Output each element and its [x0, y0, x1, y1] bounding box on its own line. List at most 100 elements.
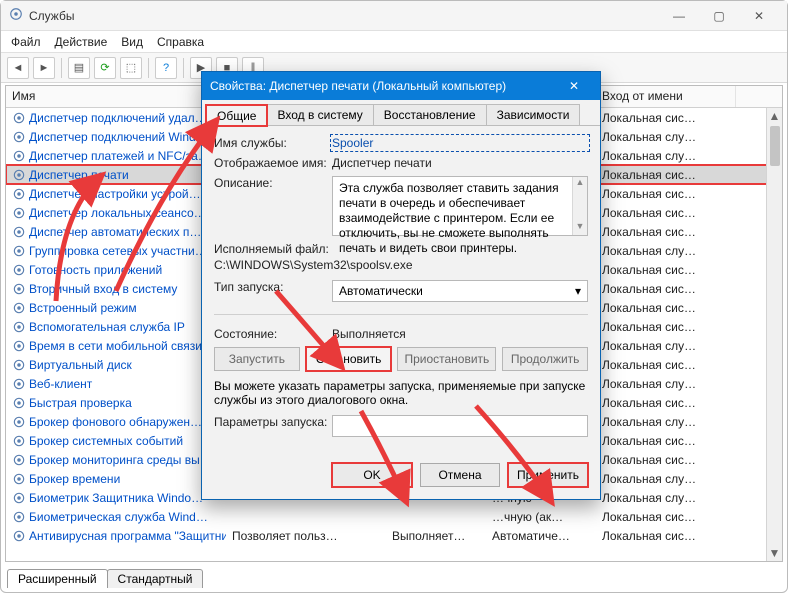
menu-help[interactable]: Справка — [157, 35, 204, 49]
pause-service-button: Приостановить — [397, 347, 496, 371]
table-row[interactable]: Антивирусная программа "Защитника Window… — [6, 526, 782, 545]
gear-icon — [12, 263, 26, 277]
tab-standard[interactable]: Стандартный — [107, 569, 204, 588]
cell-logon: Локальная слу… — [596, 244, 736, 258]
service-name-link[interactable]: Группировка сетевых участни… — [29, 244, 207, 258]
col-logon[interactable]: Вход от имени — [596, 86, 736, 107]
menu-view[interactable]: Вид — [121, 35, 143, 49]
toolbar-back-icon[interactable]: ◄ — [7, 57, 29, 79]
value-exe-path: C:\WINDOWS\System32\spoolsv.exe — [214, 258, 413, 272]
table-row[interactable]: Биометрическая служба Wind……чную (ак…Лок… — [6, 507, 782, 526]
start-params-input[interactable] — [332, 415, 588, 437]
service-name-link[interactable]: Антивирусная программа "Защитника Window… — [29, 529, 226, 543]
service-name-link[interactable]: Время в сети мобильной связи — [29, 339, 202, 353]
service-name-link[interactable]: Биометрическая служба Wind… — [29, 510, 208, 524]
gear-icon — [12, 472, 26, 486]
cell-logon: Локальная слу… — [596, 130, 736, 144]
service-name-link[interactable]: Биометрик Защитника Windo… — [29, 491, 203, 505]
value-display-name: Диспетчер печати — [332, 156, 588, 170]
cell-start: Автоматиче… — [486, 529, 596, 543]
minimize-button[interactable]: — — [659, 2, 699, 30]
col-name[interactable]: Имя — [6, 86, 226, 107]
service-name-link[interactable]: Диспетчер локальных сеансо… — [29, 206, 206, 220]
scroll-down-icon[interactable]: ▼ — [767, 545, 782, 561]
cell-logon: Локальная сис… — [596, 282, 736, 296]
gear-icon — [12, 111, 26, 125]
gear-icon — [12, 187, 26, 201]
gear-icon — [12, 415, 26, 429]
toolbar-properties-icon[interactable]: ▤ — [68, 57, 90, 79]
start-params-hint: Вы можете указать параметры запуска, при… — [214, 379, 588, 407]
cell-desc: Позволяет польз… — [226, 529, 386, 543]
dialog-titlebar[interactable]: Свойства: Диспетчер печати (Локальный ко… — [202, 72, 600, 100]
service-name-link[interactable]: Готовность приложений — [29, 263, 162, 277]
scroll-up-icon[interactable]: ▲ — [767, 108, 782, 124]
toolbar-export-icon[interactable]: ⬚ — [120, 57, 142, 79]
menubar: Файл Действие Вид Справка — [1, 31, 787, 53]
service-name-link[interactable]: Быстрая проверка — [29, 396, 132, 410]
desc-scrollbar[interactable]: ▲ ▼ — [572, 177, 587, 235]
service-name-link[interactable]: Диспетчер подключений удал… — [29, 111, 207, 125]
properties-dialog: Свойства: Диспетчер печати (Локальный ко… — [201, 71, 601, 500]
gear-icon — [12, 434, 26, 448]
tab-extended[interactable]: Расширенный — [7, 569, 108, 588]
service-name-link[interactable]: Диспетчер платежей и NFC/за… — [29, 149, 210, 163]
tab-general[interactable]: Общие — [206, 105, 267, 126]
scroll-thumb[interactable] — [770, 126, 780, 166]
gear-icon — [12, 377, 26, 391]
desc-scroll-down-icon[interactable]: ▼ — [576, 221, 585, 235]
service-name-link[interactable]: Брокер фонового обнаружен… — [29, 415, 202, 429]
tab-deps[interactable]: Зависимости — [486, 104, 581, 125]
gear-icon — [12, 206, 26, 220]
service-name-link[interactable]: Диспетчер печати — [29, 168, 129, 182]
menu-file[interactable]: Файл — [11, 35, 41, 49]
service-name-link[interactable]: Встроенный режим — [29, 301, 137, 315]
cell-logon: Локальная сис… — [596, 453, 736, 467]
cell-logon: Локальная сис… — [596, 263, 736, 277]
service-name-link[interactable]: Брокер системных событий — [29, 434, 183, 448]
service-name-link[interactable]: Диспетчер настройки устрой… — [29, 187, 201, 201]
list-scrollbar[interactable]: ▲ ▼ — [766, 108, 782, 561]
desc-scroll-up-icon[interactable]: ▲ — [576, 177, 585, 191]
maximize-button[interactable]: ▢ — [699, 2, 739, 30]
service-name-link[interactable]: Веб-клиент — [29, 377, 92, 391]
service-name-link[interactable]: Вспомогательная служба IP — [29, 320, 185, 334]
service-name-link[interactable]: Брокер мониторинга среды вы… — [29, 453, 212, 467]
service-name-link[interactable]: Брокер времени — [29, 472, 120, 486]
toolbar-forward-icon[interactable]: ► — [33, 57, 55, 79]
dialog-close-button[interactable]: ✕ — [556, 73, 592, 99]
view-tabs: Расширенный Стандартный — [7, 569, 202, 588]
gear-icon — [12, 510, 26, 524]
toolbar-help-icon[interactable]: ? — [155, 57, 177, 79]
gear-icon — [12, 529, 26, 543]
service-name-link[interactable]: Диспетчер автоматических п… — [29, 225, 201, 239]
tab-recovery[interactable]: Восстановление — [373, 104, 487, 125]
cancel-button[interactable]: Отмена — [420, 463, 500, 487]
service-name-link[interactable]: Вторичный вход в систему — [29, 282, 177, 296]
cell-logon: Локальная слу… — [596, 339, 736, 353]
dialog-title: Свойства: Диспетчер печати (Локальный ко… — [210, 79, 506, 93]
stop-service-button[interactable]: Остановить — [306, 347, 392, 371]
dialog-tabs: Общие Вход в систему Восстановление Зави… — [202, 100, 600, 126]
toolbar-refresh-icon[interactable]: ⟳ — [94, 57, 116, 79]
close-button[interactable]: ✕ — [739, 2, 779, 30]
apply-button[interactable]: Применить — [508, 463, 588, 487]
startup-type-select[interactable]: Автоматически ▾ — [332, 280, 588, 302]
start-service-button: Запустить — [214, 347, 300, 371]
cell-logon: Локальная слу… — [596, 377, 736, 391]
service-name-link[interactable]: Диспетчер подключений Wind… — [29, 130, 208, 144]
cell-logon: Локальная сис… — [596, 206, 736, 220]
menu-action[interactable]: Действие — [55, 35, 108, 49]
cell-logon: Локальная сис… — [596, 358, 736, 372]
gear-icon — [12, 149, 26, 163]
ok-button[interactable]: OK — [332, 463, 412, 487]
tab-logon[interactable]: Вход в систему — [266, 104, 373, 125]
label-service-name: Имя службы: — [214, 136, 332, 150]
cell-logon: Локальная слу… — [596, 149, 736, 163]
value-status: Выполняется — [332, 327, 588, 341]
cell-logon: Локальная слу… — [596, 415, 736, 429]
service-name-link[interactable]: Виртуальный диск — [29, 358, 132, 372]
cell-start: …чную (ак… — [486, 510, 596, 524]
gear-icon — [12, 282, 26, 296]
app-icon — [9, 7, 23, 24]
